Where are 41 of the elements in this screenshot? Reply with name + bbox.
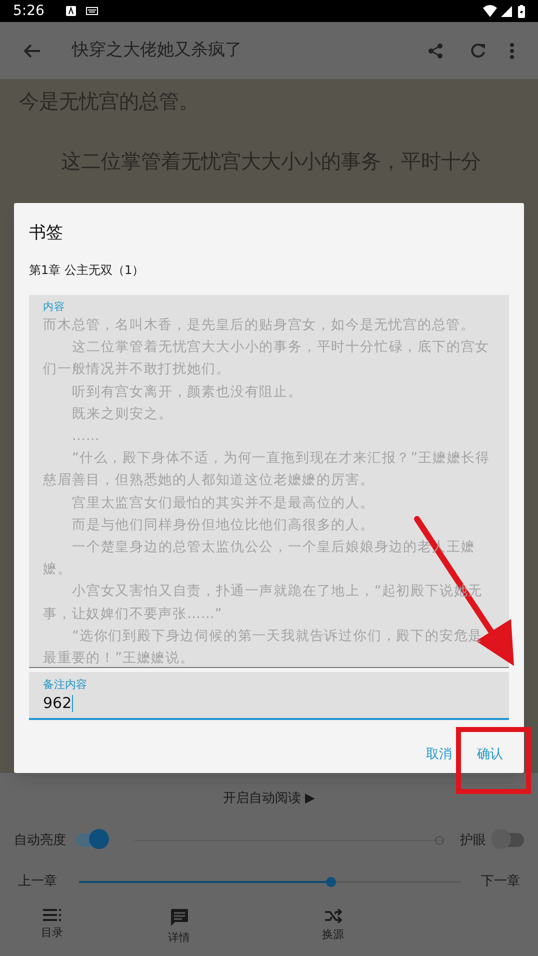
nav-button[interactable]: 目录	[22, 909, 82, 942]
content-paragraph: 而是与他们同样身份但地位比他们高很多的人。	[71, 516, 376, 535]
chapter-slider[interactable]	[79, 880, 461, 883]
content-paragraph: 这二位掌管着无忧宫大大小小的事务，平时十分忙碌，底下的宫女们一般情况并不敢打扰她们。	[43, 338, 491, 380]
previous-chapter-button[interactable]: 上一章	[18, 872, 57, 892]
more-icon[interactable]	[510, 42, 514, 58]
eye-care-label: 护眼	[460, 832, 486, 850]
list-icon	[43, 909, 61, 921]
notification-icon	[66, 6, 76, 16]
note-label: 备注内容	[43, 678, 88, 692]
auto-read-button[interactable]: 开启自动阅读 ▶	[222, 789, 316, 808]
content-label: 内容	[43, 301, 66, 314]
comment-icon	[170, 909, 188, 926]
signal-icon	[501, 6, 512, 16]
slider-thumb[interactable]	[326, 876, 336, 887]
note-field[interactable]: 备注内容 962	[29, 672, 509, 720]
content-paragraph: 听到有宫女离开，颜素也没有阻止。	[71, 382, 304, 402]
battery-icon	[518, 4, 525, 18]
content-paragraph: “什么，殿下身体不适，为何一直拖到现在才来汇报？”王嬷嬷长得慈眉善目，但熟悉她的人都知道这位老嬷嬷的厉害。	[43, 449, 491, 490]
share-icon[interactable]	[428, 42, 444, 58]
content-paragraph: “选你们到殿下身边伺候的第一天我就告诉过你们，殿下的安危是最重要的！”王嬷嬷说。	[43, 626, 484, 668]
next-chapter-button[interactable]: 下一章	[481, 872, 520, 892]
content-paragraph: 而木总管，名叫木香，是先皇后的贴身宫女，如今是无忧宫的总管。	[43, 316, 476, 335]
note-value: 962	[43, 693, 72, 714]
status-time: 5:26	[13, 2, 44, 20]
content-paragraph: 宫里太监宫女们最怕的其实并不是最高位的人。	[71, 494, 376, 513]
wifi-icon	[483, 5, 497, 17]
brightness-slider[interactable]	[134, 836, 444, 845]
book-title: 快穿之大佬她又杀疯了	[72, 38, 242, 62]
content-paragraph: 既来之则安之。	[71, 404, 174, 424]
nav-button[interactable]: 换源	[303, 909, 363, 944]
auto-brightness-label: 自动亮度	[14, 832, 66, 850]
dialog-title: 书签	[29, 222, 63, 245]
keyboard-icon	[86, 7, 98, 15]
refresh-icon[interactable]	[470, 42, 486, 58]
content-paragraph: ……	[71, 427, 101, 446]
nav-button[interactable]: 详情	[149, 909, 209, 946]
confirm-button[interactable]: 确认	[477, 745, 503, 764]
chapter-name: 第1章 公主无双（1）	[29, 262, 144, 279]
cancel-button[interactable]: 取消	[426, 745, 452, 764]
shuffle-icon	[324, 909, 342, 923]
